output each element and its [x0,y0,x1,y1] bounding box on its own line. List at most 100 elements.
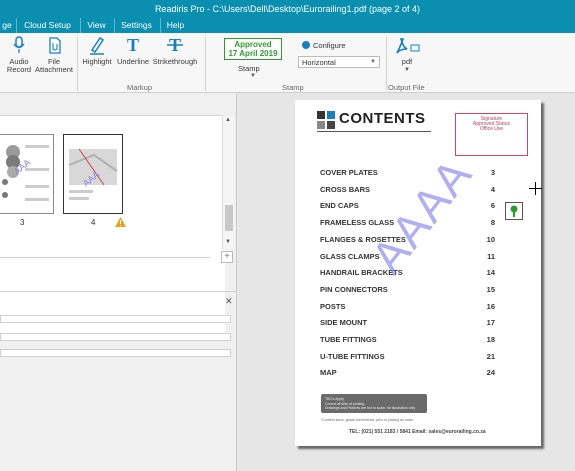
toc-row[interactable]: U-TUBE FITTINGS 21 [320,352,495,362]
toc-row[interactable]: MAP 24 [320,368,495,378]
toc-title: U-TUBE FITTINGS [320,351,385,361]
scroll-up-icon[interactable]: ▲ [225,117,231,123]
highlight-label: Highlight [82,57,112,66]
toc-title: COVER PLATES [320,168,378,177]
audio-record-button[interactable]: Audio Record [4,35,34,74]
highlight-button[interactable]: Highlight [80,35,114,66]
gear-icon [302,41,310,49]
divider [0,257,210,258]
stamp-preview-icon[interactable] [505,202,523,220]
pdf-output-button[interactable]: pdf ▼ [392,35,422,74]
strikethrough-t-icon: T [167,35,183,55]
thumbnail-number: 4 [91,218,96,227]
thumbnail-image: AAA [2,145,49,201]
page-thumbnail-3[interactable]: AAA [0,134,54,214]
toc-page-number: 4 [490,184,495,194]
thumbnail-scrollbar[interactable]: ▲ ▼ [222,115,234,250]
scroll-down-icon[interactable]: ▼ [225,239,231,245]
ribbon-divider [205,37,206,91]
strikethrough-button[interactable]: T Strikethrough [152,35,198,66]
configure-label: Configure [313,41,346,50]
underline-button[interactable]: T Underline [115,35,151,66]
approved-line1: Approved [234,40,272,49]
footer-contact: TEL: (021) 551 2183 / 5841 Email: sales@… [349,429,486,435]
menu-item-cloud-setup[interactable]: Cloud Setup [16,18,78,33]
toc-page-number: 21 [486,351,495,361]
stamp-dropdown-label[interactable]: Stamp [238,64,260,73]
warning-icon[interactable] [115,217,126,227]
toc-page-number: 15 [486,284,495,294]
orientation-value: Horizontal [302,58,336,67]
toc-row[interactable]: TUBE FITTINGS 18 [320,335,495,345]
menu-bar: ge Cloud Setup View Settings Help [0,18,575,33]
highlight-pen-icon [90,36,105,55]
toc-page-number: 16 [486,301,495,311]
toc-page-number: 24 [486,368,495,378]
menu-item-page[interactable]: ge [0,18,14,33]
ribbon: Audio Record File Attachment Highlight T… [0,33,575,93]
toc-title: TUBE FITTINGS [320,335,377,344]
menu-item-settings[interactable]: Settings [114,18,158,33]
file-attachment-button[interactable]: File Attachment [34,35,74,74]
toc-row[interactable]: PIN CONNECTORS 15 [320,285,495,295]
document-view[interactable]: CONTENTS Signature Approved Status Offic… [238,93,575,471]
crosshair-cursor-icon [529,182,542,195]
toc-row[interactable]: SIDE MOUNT 17 [320,318,495,328]
underline-t-icon: T [127,35,139,55]
toc-page-number: 11 [487,251,495,261]
toc-title: POSTS [320,301,346,311]
chevron-down-icon: ▼ [404,67,410,73]
page-title: CONTENTS [339,110,426,127]
configure-button[interactable]: Configure [302,41,346,50]
toc-page-number: 14 [486,268,495,278]
ribbon-divider [386,37,387,91]
toc-page-number: 18 [486,335,495,344]
pdf-icon [396,38,420,54]
chevron-down-icon: ▼ [370,59,376,65]
toc-row[interactable]: POSTS 16 [320,302,495,312]
toc-title: END CAPS [320,201,359,211]
footer-note: TBC's Apply Correct at time of printing … [321,394,427,413]
logo [317,111,335,129]
pdf-label: pdf [401,57,413,66]
panel-field[interactable] [0,349,231,357]
plus-icon[interactable]: + [221,251,233,263]
approved-stamp-button[interactable]: Approved 17 April 2019 [224,38,282,60]
toc-title: PIN CONNECTORS [320,284,388,294]
file-attachment-label: File Attachment [35,57,73,74]
svg-text:T: T [127,35,139,55]
paperclip-icon [49,37,61,54]
stamp-group-label: Stamp [282,83,304,92]
audio-record-label: Audio Record [6,57,32,74]
strikethrough-label: Strikethrough [152,57,198,66]
thumbnails-area: AAA 3 AAA 4 [0,115,225,337]
markup-group-label: Markup [127,83,153,92]
orientation-select[interactable]: Horizontal ▼ [298,56,380,68]
toc-title: MAP [320,368,337,378]
approved-line2: 17 April 2019 [228,49,278,58]
toc-page-number: 17 [486,318,495,328]
footer-disclaimer: *Confirm stock, grade and finishes, prio… [321,418,414,422]
menu-item-view[interactable]: View [80,18,112,33]
toc-title: CROSS BARS [320,184,371,194]
left-panel: AAA 3 AAA 4 ▲ ▼ + ✕ [0,93,237,471]
panel-field[interactable] [0,333,231,341]
microphone-icon [13,36,25,53]
panel-field[interactable] [0,315,231,323]
document-page[interactable]: CONTENTS Signature Approved Status Offic… [295,100,541,446]
divider [0,291,237,292]
close-icon[interactable]: ✕ [225,296,233,307]
signature-stamp-box[interactable]: Signature Approved Status Office Use [455,113,528,156]
thumbnail-image: AAA [68,148,118,200]
page-thumbnail-4[interactable]: AAA [63,134,123,214]
thumbnail-number: 3 [20,218,25,227]
underline-label: Underline [116,57,150,66]
output-file-group-label: Output File [388,83,425,92]
menu-item-help[interactable]: Help [160,18,190,33]
window-title: Readiris Pro - C:\Users\Dell\Desktop\Eur… [0,0,575,18]
toc-page-number: 8 [490,218,495,228]
toc-page-number: 6 [490,201,495,211]
scrollbar-thumb[interactable] [225,205,233,231]
chevron-down-icon[interactable]: ▼ [250,73,256,79]
ribbon-divider [77,37,78,91]
